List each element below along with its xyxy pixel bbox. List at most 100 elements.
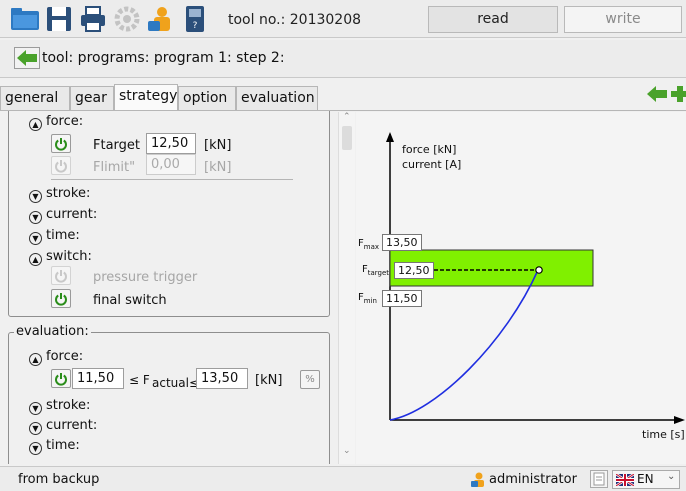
user-icon[interactable]: [146, 4, 176, 34]
chevron-down-icon: ▼: [29, 422, 42, 435]
print-icon[interactable]: [78, 4, 108, 34]
scroll-thumb[interactable]: [342, 126, 352, 150]
eval-force-power-button[interactable]: [51, 369, 71, 388]
add-button[interactable]: [670, 84, 686, 104]
force-section-toggle[interactable]: ▲ force:: [29, 114, 83, 131]
eval-stroke-label: stroke:: [46, 398, 91, 413]
document-icon: [593, 472, 605, 486]
eval-current-toggle[interactable]: ▼ current:: [29, 418, 97, 435]
scroll-up-icon[interactable]: ⌃: [343, 112, 351, 122]
language-flag-icon: [616, 474, 634, 486]
target-point: [535, 266, 543, 274]
toolbar: ? tool no.: 20130208 read write: [0, 0, 686, 38]
switch-section-toggle[interactable]: ▲ switch:: [29, 249, 92, 266]
eval-unit: [kN]: [255, 373, 283, 388]
back-button[interactable]: [14, 47, 40, 69]
folder-icon[interactable]: [10, 4, 40, 34]
eval-max-input[interactable]: 13,50: [196, 368, 248, 389]
x-axis-arrow-icon: [674, 416, 685, 424]
force-time-chart: force [kN] current [A] time [s] Fmax 13,…: [356, 112, 686, 464]
chevron-down-icon: ▼: [29, 442, 42, 455]
percent-button[interactable]: %: [300, 370, 320, 389]
switch-label: switch:: [46, 249, 92, 264]
tab-general[interactable]: general: [0, 86, 70, 110]
fmin-value[interactable]: 11,50: [382, 290, 422, 307]
strategy-panel: ▲ force: Ftarget 12,50 [kN] Flimit" 0,00 …: [8, 111, 338, 464]
write-button[interactable]: write: [564, 6, 682, 33]
tab-gear[interactable]: gear: [70, 86, 114, 110]
y-axis-label-1: force [kN]: [402, 143, 457, 156]
back-arrow-icon: [17, 50, 37, 66]
user-name[interactable]: administrator: [489, 472, 577, 487]
chevron-down-icon: ▼: [29, 402, 42, 415]
flimit-power-button[interactable]: [51, 156, 71, 175]
language-label: EN: [637, 472, 654, 486]
power-icon: [55, 270, 67, 283]
tab-evaluation[interactable]: evaluation: [236, 86, 318, 110]
flimit-unit: [kN]: [204, 160, 232, 175]
scroll-down-icon[interactable]: ⌄: [343, 446, 351, 456]
time-label: time:: [46, 228, 80, 243]
eval-force-label: force:: [46, 349, 84, 364]
breadcrumb: tool: programs: program 1: step 2:: [42, 50, 285, 66]
user-icon: [471, 472, 484, 487]
tool-number: tool no.: 20130208: [228, 12, 362, 28]
tab-strategy[interactable]: strategy: [114, 84, 178, 111]
language-select[interactable]: EN ⌄: [612, 470, 680, 489]
power-icon: [55, 160, 67, 173]
eval-force-toggle[interactable]: ▲ force:: [29, 349, 83, 366]
current-label: current:: [46, 207, 98, 222]
pressure-trigger-button[interactable]: [51, 266, 71, 285]
eval-stroke-toggle[interactable]: ▼ stroke:: [29, 398, 90, 415]
stroke-label: stroke:: [46, 186, 91, 201]
eval-min-input[interactable]: 11,50: [72, 368, 124, 389]
eval-time-toggle[interactable]: ▼ time:: [29, 438, 80, 455]
chevron-down-icon: ▼: [29, 211, 42, 224]
power-icon: [55, 373, 67, 386]
tab-option[interactable]: option: [178, 86, 236, 110]
percent-icon: %: [305, 374, 315, 385]
nav-back-button[interactable]: [646, 84, 668, 104]
ftarget-unit: [kN]: [204, 138, 232, 153]
pressure-trigger-label: pressure trigger: [93, 270, 198, 285]
fmin-label: Fmin: [358, 292, 377, 305]
flimit-label: Flimit": [93, 160, 136, 175]
eval-current-label: current:: [46, 418, 98, 433]
eval-time-label: time:: [46, 438, 80, 453]
final-switch-button[interactable]: [51, 289, 71, 308]
chevron-up-icon: ▲: [29, 118, 42, 131]
y-axis-label-2: current [A]: [402, 158, 462, 171]
ftarget-chart-value[interactable]: 12,50: [394, 262, 434, 279]
chevron-down-icon: ⌄: [667, 471, 676, 482]
plus-icon: [671, 86, 686, 102]
settings-icon[interactable]: [112, 4, 142, 34]
svg-text:?: ?: [193, 21, 198, 31]
power-icon: [55, 138, 67, 151]
chevron-up-icon: ▲: [29, 253, 42, 266]
ftarget-chart-label: Ftarget: [362, 264, 390, 277]
x-axis-label: time [s]: [642, 428, 685, 441]
notes-button[interactable]: [590, 470, 608, 488]
force-label: force:: [46, 114, 84, 129]
fmax-label: Fmax: [358, 238, 380, 251]
current-section-toggle[interactable]: ▼ current:: [29, 207, 97, 224]
time-section-toggle[interactable]: ▼ time:: [29, 228, 80, 245]
force-power-button[interactable]: [51, 134, 71, 153]
device-icon[interactable]: ?: [180, 4, 210, 34]
save-icon[interactable]: [44, 4, 74, 34]
back-arrow-icon: [647, 86, 667, 102]
final-switch-label: final switch: [93, 293, 167, 308]
stroke-section-toggle[interactable]: ▼ stroke:: [29, 186, 90, 203]
actual-le-label: actual≤: [152, 376, 200, 390]
flimit-input[interactable]: 0,00: [146, 154, 196, 175]
le-f-label: ≤ F: [129, 373, 150, 387]
read-button[interactable]: read: [428, 6, 558, 33]
chevron-down-icon: ▼: [29, 232, 42, 245]
panel-scrollbar[interactable]: ⌃ ⌄: [338, 112, 355, 464]
fmax-value[interactable]: 13,50: [382, 234, 422, 251]
force-divider: [51, 179, 293, 180]
status-text: from backup: [18, 472, 100, 487]
power-icon: [55, 293, 67, 306]
ftarget-input[interactable]: 12,50: [146, 133, 196, 154]
ftarget-label: Ftarget: [93, 138, 141, 153]
